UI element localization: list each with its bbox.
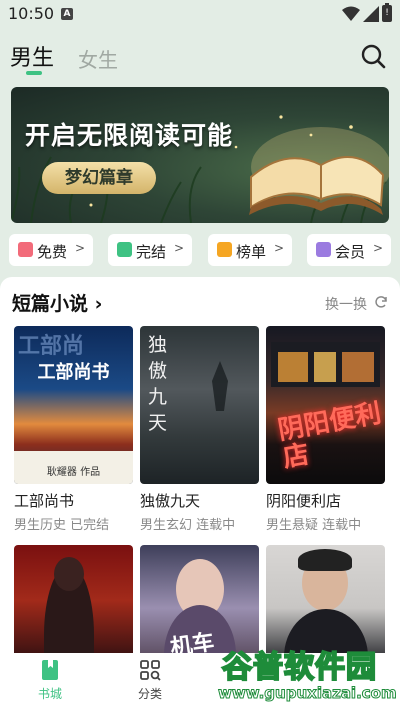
- status-time: 10:50: [8, 4, 55, 23]
- quick-entry-label: 完结: [136, 243, 167, 261]
- cover-shop-illustration: [271, 342, 380, 387]
- cover-title: 阴阳便利店: [275, 398, 384, 474]
- refresh-button[interactable]: 换一换: [325, 294, 367, 314]
- nav-home[interactable]: 书城: [20, 659, 80, 702]
- vip-icon: [316, 242, 331, 257]
- book-cover: 独傲九天: [140, 326, 259, 484]
- tab-male[interactable]: 男生: [10, 40, 54, 72]
- chevron-right-icon: >: [74, 241, 85, 255]
- book-meta: 男生历史 已完结: [14, 518, 110, 533]
- banner-illustration: [11, 115, 389, 223]
- book-card[interactable]: 独傲九天 独傲九天 男生玄幻 连载中: [140, 326, 259, 533]
- search-icon[interactable]: [360, 43, 386, 69]
- book-cover: 阴阳便利店: [266, 326, 385, 484]
- category-icon: [140, 660, 161, 681]
- chevron-right-icon: ›: [94, 293, 103, 315]
- finished-icon: [117, 242, 132, 257]
- book-title: 独傲九天: [140, 492, 201, 510]
- chevron-right-icon: >: [173, 241, 184, 255]
- book-card[interactable]: 工部尚 工部尚书 耿耀器 作品 工部尚书 男生历史 已完结: [14, 326, 133, 533]
- section-title-link[interactable]: 短篇小说 ›: [12, 289, 102, 316]
- cover-bg-text: 工部尚: [18, 334, 85, 359]
- battery-icon: !: [382, 3, 392, 22]
- quick-entry-label: 榜单: [236, 243, 267, 261]
- chevron-right-icon: >: [273, 241, 284, 255]
- nav-home-label: 书城: [37, 687, 62, 701]
- nav-category-label: 分类: [137, 687, 162, 701]
- signal-icon: [363, 6, 379, 22]
- banner-tag: 梦幻篇章: [42, 162, 156, 194]
- quick-entry-free[interactable]: 免费 >: [9, 234, 93, 266]
- notification-a-icon: A: [61, 8, 73, 20]
- section-title: 短篇小说: [12, 293, 89, 315]
- refresh-icon[interactable]: [374, 295, 388, 309]
- tab-female[interactable]: 女生: [78, 44, 118, 73]
- tab-indicator: [26, 71, 42, 75]
- cover-author: 耿耀器 作品: [46, 467, 101, 478]
- wifi-icon: [342, 6, 360, 21]
- watermark-text: 谷普软件园: [221, 649, 377, 686]
- watermark: 谷普软件园 www.gupuxiazai.com: [214, 640, 400, 711]
- cover-figure-hair: [298, 549, 352, 571]
- cover-figure: [212, 361, 228, 411]
- cover-title: 独傲九天: [148, 334, 168, 434]
- promo-banner[interactable]: 开启无限阅读可能 梦幻篇章: [11, 87, 389, 223]
- banner-title: 开启无限阅读可能: [25, 121, 234, 150]
- book-icon: [42, 660, 58, 680]
- nav-category[interactable]: 分类: [120, 659, 180, 702]
- book-title: 工部尚书: [14, 492, 75, 510]
- free-icon: [18, 242, 33, 257]
- watermark-url: www.gupuxiazai.com: [218, 684, 398, 703]
- ranking-icon: [217, 242, 232, 257]
- quick-entry-label: 会员: [335, 243, 366, 261]
- quick-entry-vip[interactable]: 会员 >: [307, 234, 391, 266]
- quick-entry-finished[interactable]: 完结 >: [108, 234, 192, 266]
- status-bar: 10:50 A !: [0, 0, 400, 28]
- book-meta: 男生悬疑 连载中: [266, 518, 362, 533]
- book-title: 阴阳便利店: [266, 492, 342, 510]
- quick-entry-ranking[interactable]: 榜单 >: [208, 234, 292, 266]
- chevron-right-icon: >: [372, 241, 383, 255]
- book-cover: 工部尚 工部尚书 耿耀器 作品: [14, 326, 133, 484]
- book-meta: 男生玄幻 连载中: [140, 518, 236, 533]
- quick-entry-label: 免费: [37, 243, 68, 261]
- cover-figure-head: [54, 557, 84, 591]
- book-card[interactable]: 阴阳便利店 阴阳便利店 男生悬疑 连载中: [266, 326, 385, 533]
- cover-title: 工部尚书: [37, 362, 110, 383]
